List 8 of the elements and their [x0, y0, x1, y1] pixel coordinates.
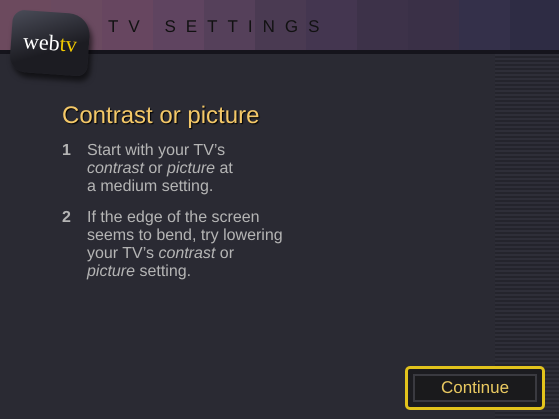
logo: web tv — [8, 9, 92, 77]
step-number: 2 — [62, 209, 72, 228]
page-title: TV SETTINGS — [108, 17, 330, 37]
step-text: Start with your TV’s contrast or picture at a medium setting. — [87, 142, 233, 196]
step-number: 1 — [62, 142, 72, 161]
heading: Contrast or picture — [62, 102, 260, 130]
continue-button[interactable]: Continue — [405, 366, 545, 410]
step-text: If the edge of the screen seems to bend, try lowering your TV’s contrast or picture setting. — [87, 209, 283, 281]
